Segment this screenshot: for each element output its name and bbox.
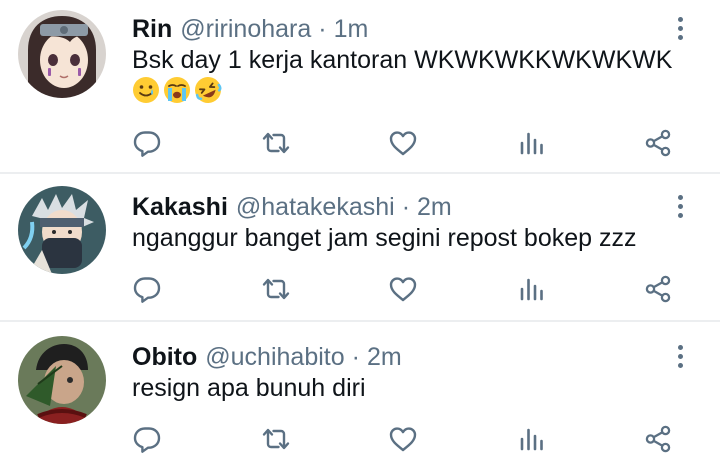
separator-dot: · — [318, 15, 327, 43]
separator-dot: · — [401, 193, 411, 221]
tweet-header: Kakashi @hatakekashi · 2m — [132, 190, 452, 224]
tweet-header: Obito @uchihabito · 2m — [132, 340, 402, 374]
more-options-icon[interactable] — [668, 338, 692, 374]
retweet-icon[interactable] — [258, 125, 294, 161]
more-options-icon[interactable] — [668, 188, 692, 224]
tweet-actions — [0, 271, 720, 307]
share-icon[interactable] — [640, 271, 676, 307]
more-options-icon[interactable] — [668, 10, 692, 46]
display-name[interactable]: Kakashi — [132, 190, 228, 224]
avatar[interactable] — [18, 10, 106, 98]
stats-icon[interactable] — [513, 125, 549, 161]
tweet-emojis — [132, 76, 222, 104]
like-icon[interactable] — [385, 271, 421, 307]
avatar-obito-image — [18, 336, 106, 424]
avatar[interactable] — [18, 186, 106, 274]
smiling-face-with-tear-emoji — [133, 77, 159, 103]
avatar-rin-image — [18, 10, 106, 98]
tweet-text: resign apa bunuh diri — [132, 374, 366, 402]
rolling-on-the-floor-laughing-emoji — [195, 77, 222, 103]
like-icon[interactable] — [385, 125, 421, 161]
timestamp[interactable]: 1m — [334, 12, 369, 46]
display-name[interactable]: Obito — [132, 340, 197, 374]
loudly-crying-face-emoji — [164, 77, 190, 103]
tweet-header: Rin @ririnohara · 1m — [132, 12, 368, 46]
like-icon[interactable] — [385, 421, 421, 457]
share-icon[interactable] — [640, 421, 676, 457]
avatar[interactable] — [18, 336, 106, 424]
timestamp[interactable]: 2m — [367, 340, 402, 374]
display-name[interactable]: Rin — [132, 12, 172, 46]
user-handle[interactable]: @uchihabito — [205, 340, 344, 374]
share-icon[interactable] — [640, 125, 676, 161]
retweet-icon[interactable] — [258, 421, 294, 457]
timestamp[interactable]: 2m — [417, 190, 452, 224]
tweet-kakashi[interactable]: Kakashi @hatakekashi · 2m nganggur bange… — [0, 174, 720, 320]
retweet-icon[interactable] — [258, 271, 294, 307]
user-handle[interactable]: @ririnohara — [180, 12, 311, 46]
avatar-kakashi-image — [18, 186, 106, 274]
separator-dot: · — [351, 343, 360, 371]
stats-icon[interactable] — [513, 271, 549, 307]
tweet-text: Bsk day 1 kerja kantoran WKWKWKKWKWKWK — [132, 46, 673, 74]
reply-icon[interactable] — [129, 125, 165, 161]
tweet-obito[interactable]: Obito @uchihabito · 2m resign apa bunuh … — [0, 322, 720, 472]
user-handle[interactable]: @hatakekashi — [236, 190, 395, 224]
tweet-actions — [0, 421, 720, 457]
reply-icon[interactable] — [129, 271, 165, 307]
tweet-rin[interactable]: Rin @ririnohara · 1m Bsk day 1 kerja kan… — [0, 0, 720, 172]
stats-icon[interactable] — [513, 421, 549, 457]
tweet-actions — [0, 125, 720, 161]
reply-icon[interactable] — [129, 421, 165, 457]
tweet-text: nganggur banget jam segini repost bokep … — [132, 224, 637, 252]
